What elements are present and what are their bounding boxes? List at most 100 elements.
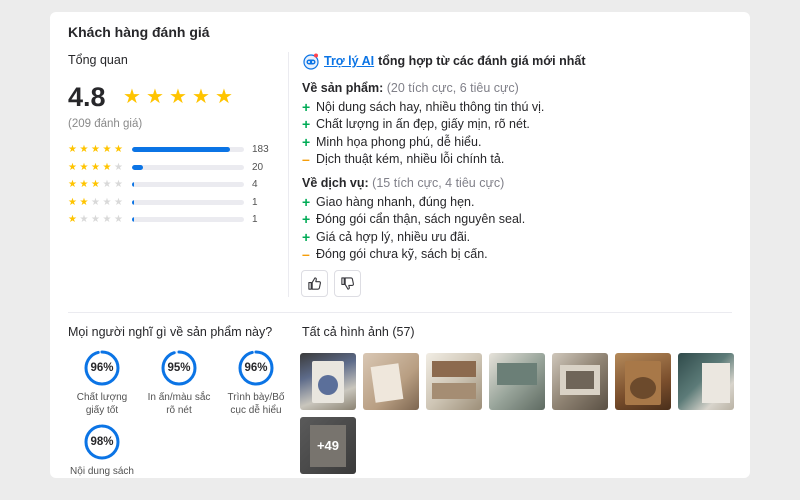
rating-bar <box>132 147 244 153</box>
percent-ring: 95% <box>161 350 197 386</box>
rating-bar-fill <box>132 164 143 170</box>
review-image-thumbnail[interactable] <box>300 353 356 410</box>
like-button[interactable] <box>301 270 328 297</box>
opinion-percent: 95% <box>167 362 191 374</box>
opinion-label: Nội dung sách <box>70 466 134 477</box>
star-icon: ★ <box>169 86 187 108</box>
stars-1: ★ ★ ★ ★ ★ <box>68 214 123 226</box>
rating-count: 1 <box>252 214 258 226</box>
opinion-label: In ấn/màu sắc rõ nét <box>147 392 211 416</box>
rating-bar <box>132 217 244 223</box>
stars-5: ★ ★ ★ ★ ★ <box>68 144 123 156</box>
summary-item: – Dịch thuật kém, nhiều lỗi chính tả. <box>302 151 544 169</box>
opinion-item[interactable]: 96% Trình bày/Bố cục dễ hiểu <box>222 350 290 417</box>
review-image-thumbnail[interactable] <box>615 353 671 410</box>
opinions-title: Mọi người nghĩ gì về sản phẩm này? <box>68 325 273 339</box>
product-summary-heading: Về sản phẩm: (20 tích cực, 6 tiêu cực) <box>302 81 519 95</box>
summary-text: Đóng gói cẩn thận, sách nguyên seal. <box>316 212 526 227</box>
more-images-button[interactable]: +49 <box>300 417 356 474</box>
dislike-button[interactable] <box>334 270 361 297</box>
summary-text: Đóng gói chưa kỹ, sách bị cấn. <box>316 247 488 262</box>
ai-summary-caption: tổng hợp từ các đánh giá mới nhất <box>378 54 586 68</box>
opinion-item[interactable]: 95% In ấn/màu sắc rõ nét <box>145 350 213 417</box>
summary-item: + Giá cả hợp lý, nhiều ưu đãi. <box>302 228 525 246</box>
opinion-label: Chất lượng giấy tốt <box>76 392 128 416</box>
star-icon: ★ <box>215 86 233 108</box>
rating-bar <box>132 164 244 170</box>
summary-item: + Giao hàng nhanh, đúng hẹn. <box>302 193 525 211</box>
rating-bar-fill <box>132 182 135 188</box>
summary-text: Giao hàng nhanh, đúng hẹn. <box>316 194 475 209</box>
service-summary-heading: Về dịch vụ: (15 tích cực, 4 tiêu cực) <box>302 176 504 190</box>
star-icon: ★ <box>192 86 210 108</box>
more-images-count: +49 <box>300 417 356 474</box>
plus-icon: + <box>302 211 311 228</box>
summary-item: + Chất lượng in ấn đẹp, giấy mịn, rõ nét. <box>302 116 544 134</box>
star-icon: ★ <box>146 86 164 108</box>
percent-ring: 96% <box>84 350 120 386</box>
rating-bar-fill <box>132 199 135 205</box>
service-heading-counts: (15 tích cực, 4 tiêu cực) <box>372 176 505 190</box>
plus-icon: + <box>302 98 311 115</box>
star-icon: ★ <box>123 86 141 108</box>
reviews-card: Khách hàng đánh giá Tổng quan 4.8 ★ ★ ★ … <box>50 12 750 478</box>
stars-2: ★ ★ ★ ★ ★ <box>68 196 123 208</box>
summary-item: – Đóng gói chưa kỹ, sách bị cấn. <box>302 246 525 264</box>
rating-count: 4 <box>252 179 258 191</box>
ai-assistant-link[interactable]: Trợ lý AI <box>324 54 374 68</box>
service-summary-list: + Giao hàng nhanh, đúng hẹn. + Đóng gói cẩ… <box>302 193 525 263</box>
opinion-item[interactable]: 96% Chất lượng giấy tốt <box>68 350 136 417</box>
review-image-thumbnail[interactable] <box>552 353 608 410</box>
review-image-thumbnail[interactable] <box>489 353 545 410</box>
summary-text: Dịch thuật kém, nhiều lỗi chính tả. <box>316 152 505 167</box>
opinion-percent: 96% <box>90 362 114 374</box>
thumbs-down-icon <box>341 277 355 290</box>
minus-icon: – <box>302 246 310 263</box>
opinion-label: Trình bày/Bố cục dễ hiểu <box>227 392 285 416</box>
rating-bar <box>132 182 244 188</box>
thumbs-up-icon <box>308 277 322 290</box>
rating-row-3[interactable]: ★ ★ ★ ★ ★ 4 <box>68 176 278 194</box>
summary-text: Nội dung sách hay, nhiều thông tin thú v… <box>316 99 545 114</box>
minus-icon: – <box>302 151 310 168</box>
total-reviews: (209 đánh giá) <box>68 118 143 130</box>
product-heading-counts: (20 tích cực, 6 tiêu cực) <box>386 81 519 95</box>
overview-label: Tổng quan <box>68 53 128 67</box>
opinion-percent: 98% <box>90 436 114 448</box>
section-title: Khách hàng đánh giá <box>68 24 210 40</box>
summary-item: + Minh họa phong phú, dễ hiểu. <box>302 133 544 151</box>
review-image-thumbnail[interactable] <box>678 353 734 410</box>
plus-icon: + <box>302 228 311 245</box>
stars-4: ★ ★ ★ ★ ★ <box>68 161 123 173</box>
rating-row-4[interactable]: ★ ★ ★ ★ ★ 20 <box>68 159 278 177</box>
percent-ring: 96% <box>238 350 274 386</box>
opinion-percent: 96% <box>244 362 268 374</box>
plus-icon: + <box>302 193 311 210</box>
plus-icon: + <box>302 116 311 133</box>
horizontal-divider <box>68 312 732 313</box>
rating-row-5[interactable]: ★ ★ ★ ★ ★ 183 <box>68 141 278 159</box>
rating-distribution: ★ ★ ★ ★ ★ 183 ★ ★ ★ ★ ★ 20 ★ ★ ★ ★ ★ 4 ★ ★ ★ ★ ★ 1 ★ ★ ★ ★ ★… <box>68 141 278 229</box>
summary-text: Giá cả hợp lý, nhiều ưu đãi. <box>316 229 471 244</box>
review-image-thumbnail[interactable] <box>363 353 419 410</box>
rating-row-2[interactable]: ★ ★ ★ ★ ★ 1 <box>68 194 278 212</box>
service-heading-label: Về dịch vụ: <box>302 176 369 190</box>
rating-bar <box>132 199 244 205</box>
images-title: Tất cả hình ảnh (57) <box>302 325 415 339</box>
opinion-item[interactable]: 98% Nội dung sách <box>68 424 136 478</box>
summary-text: Minh họa phong phú, dễ hiểu. <box>316 134 482 149</box>
summary-text: Chất lượng in ấn đẹp, giấy mịn, rõ nét. <box>316 117 530 132</box>
review-image-thumbnail[interactable] <box>426 353 482 410</box>
product-heading-label: Về sản phẩm: <box>302 81 384 95</box>
summary-item: + Đóng gói cẩn thận, sách nguyên seal. <box>302 211 525 229</box>
rating-count: 1 <box>252 196 258 208</box>
ai-summary-header: Trợ lý AI tổng hợp từ các đánh giá mới n… <box>302 52 586 70</box>
average-rating: 4.8 <box>68 82 106 112</box>
rating-row-1[interactable]: ★ ★ ★ ★ ★ 1 <box>68 211 278 229</box>
rating-bar-fill <box>132 217 135 223</box>
product-summary-list: + Nội dung sách hay, nhiều thông tin thú … <box>302 98 544 168</box>
rating-count: 20 <box>252 161 264 173</box>
stars-3: ★ ★ ★ ★ ★ <box>68 179 123 191</box>
vertical-divider <box>288 52 289 297</box>
rating-count: 183 <box>252 144 269 156</box>
